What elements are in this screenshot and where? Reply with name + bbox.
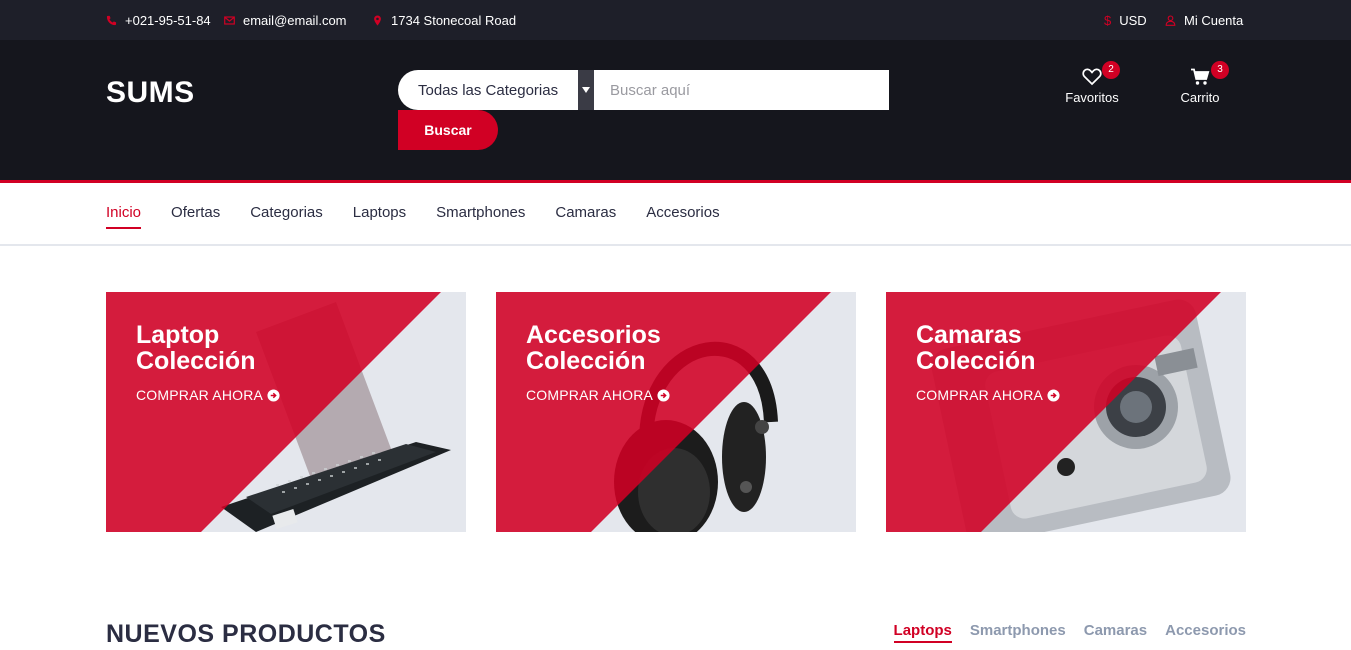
collection-title-line2: Colección [526,347,646,375]
wishlist-label: Favoritos [1065,90,1119,105]
email-text: email@email.com [243,12,347,28]
shop-now-text: COMPRAR AHORA [136,387,264,403]
collection-card-accesorios[interactable]: Accesorios Colección COMPRAR AHORA [496,292,856,532]
collection-title: Laptop Colección [136,322,255,374]
phone-text: +021-95-51-84 [125,12,211,28]
collection-title-line1: Accesorios [526,321,661,349]
collection-title-line1: Camaras [916,321,1022,349]
user-icon [1165,14,1176,26]
tab-accesorios[interactable]: Accesorios [1165,622,1246,643]
arrow-circle-right-icon [1047,388,1060,402]
main-header: SUMS Todas las Categorias Buscar Favorit… [0,40,1351,183]
category-select[interactable]: Todas las Categorias [398,70,594,110]
main-navigation: Inicio Ofertas Categorias Laptops Smartp… [0,183,1351,246]
nav-item-laptops[interactable]: Laptops [353,198,406,229]
wishlist-link[interactable]: Favoritos 2 [1052,61,1132,105]
shop-now-link[interactable]: COMPRAR AHORA [526,387,670,403]
wishlist-count-badge: 2 [1102,61,1120,79]
address-text: 1734 Stonecoal Road [391,12,517,28]
currency-text: USD [1119,12,1147,28]
dollar-icon: $ [1104,12,1112,28]
collection-title-line2: Colección [916,347,1036,375]
phone-icon [106,15,117,25]
map-marker-icon [374,14,381,26]
search-button[interactable]: Buscar [398,110,498,150]
heart-icon [1082,68,1102,86]
collection-card-camaras[interactable]: Camaras Colección COMPRAR AHORA [886,292,1246,532]
tab-smartphones[interactable]: Smartphones [970,622,1066,643]
search-input[interactable] [594,70,889,110]
select-dropdown-toggle[interactable] [578,70,594,110]
currency-selector[interactable]: $ USD [1104,0,1147,40]
nav-item-ofertas[interactable]: Ofertas [171,198,220,229]
nav-item-smartphones[interactable]: Smartphones [436,198,525,229]
logo[interactable]: SUMS [106,76,195,110]
tab-camaras[interactable]: Camaras [1084,622,1147,643]
nav-item-inicio[interactable]: Inicio [106,198,142,229]
nav-item-camaras[interactable]: Camaras [555,198,616,229]
collection-title: Camaras Colección [916,322,1035,374]
envelope-icon [224,15,235,25]
collection-title-line2: Colección [136,347,256,375]
nav-item-categorias[interactable]: Categorias [250,198,323,229]
cart-link[interactable]: Carrito 3 [1160,61,1240,105]
cart-label: Carrito [1180,90,1220,105]
nav-list: Inicio Ofertas Categorias Laptops Smartp… [106,183,720,243]
email-contact[interactable]: email@email.com [224,0,347,40]
cart-count-badge: 3 [1211,61,1229,79]
arrow-circle-right-icon [657,388,670,402]
address-contact[interactable]: 1734 Stonecoal Road [372,0,516,40]
collection-title-line1: Laptop [136,321,220,349]
shop-now-text: COMPRAR AHORA [916,387,1044,403]
shop-now-link[interactable]: COMPRAR AHORA [136,387,280,403]
phone-contact[interactable]: +021-95-51-84 [106,0,211,40]
collection-card-laptop[interactable]: Laptop Colección COMPRAR AHORA [106,292,466,532]
shop-now-text: COMPRAR AHORA [526,387,654,403]
chevron-down-icon [582,87,590,93]
account-link[interactable]: Mi Cuenta [1165,0,1243,40]
shop-now-link[interactable]: COMPRAR AHORA [916,387,1060,403]
tab-laptops[interactable]: Laptops [893,622,952,643]
account-text: Mi Cuenta [1184,12,1244,28]
nav-item-accesorios[interactable]: Accesorios [646,198,719,229]
collection-title: Accesorios Colección [526,322,661,374]
cart-icon [1191,68,1210,85]
product-category-tabs: Laptops Smartphones Camaras Accesorios [893,622,1246,643]
section-title: NUEVOS PRODUCTOS [106,620,386,648]
arrow-circle-right-icon [267,388,280,402]
top-bar: +021-95-51-84 email@email.com 1734 Stone… [0,0,1351,40]
